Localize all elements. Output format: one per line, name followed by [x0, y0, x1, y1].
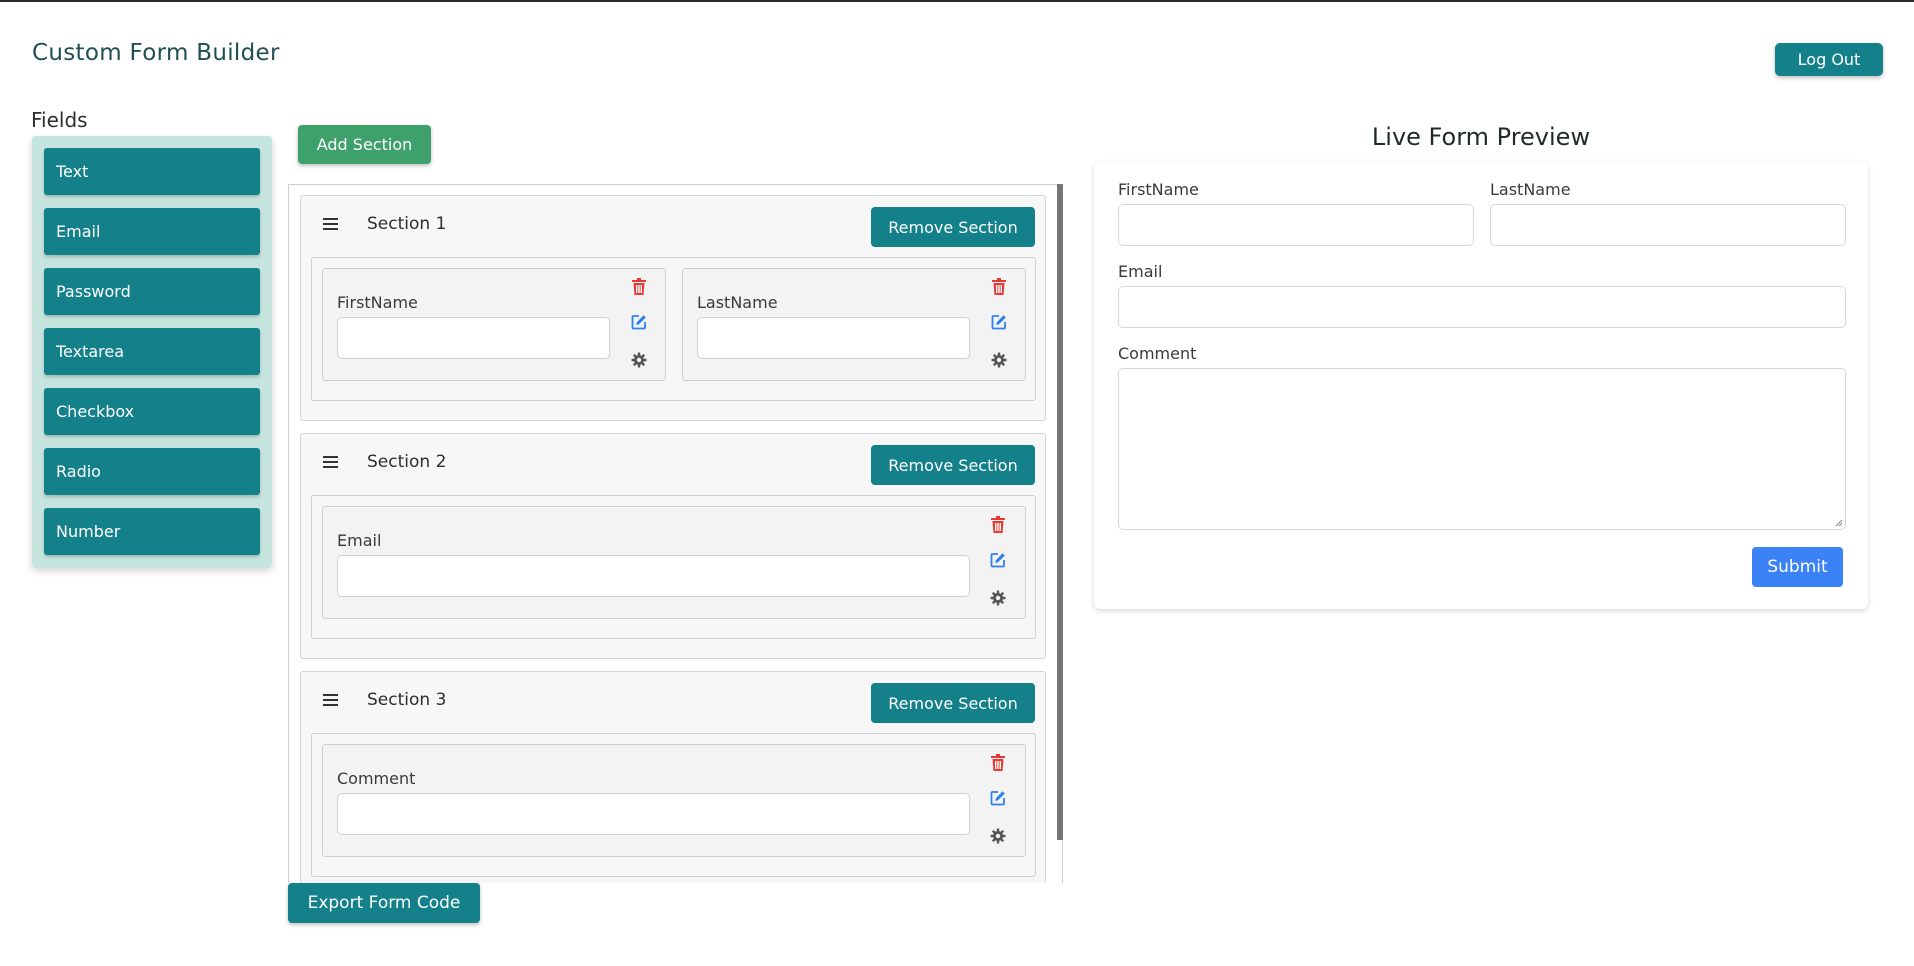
section-title: Section 1	[367, 214, 447, 234]
preview-email-input[interactable]	[1118, 286, 1846, 328]
email-input[interactable]	[337, 555, 970, 597]
remove-section-button[interactable]: Remove Section	[871, 445, 1035, 485]
fields-palette: Text Email Password Textarea Checkbox Ra…	[32, 136, 272, 568]
submit-button[interactable]: Submit	[1752, 547, 1843, 587]
field-type-textarea[interactable]: Textarea	[44, 328, 260, 375]
remove-section-button[interactable]: Remove Section	[871, 207, 1035, 247]
resize-grip-icon[interactable]	[1835, 519, 1843, 527]
add-section-button[interactable]: Add Section	[298, 125, 431, 164]
drag-handle-icon[interactable]	[323, 456, 338, 468]
section-drop-zone[interactable]: Comment	[311, 733, 1036, 877]
field-type-password[interactable]: Password	[44, 268, 260, 315]
section-3: Section 3 Remove Section Comment	[300, 671, 1046, 883]
edit-icon[interactable]	[630, 313, 648, 331]
field-type-email[interactable]: Email	[44, 208, 260, 255]
preview-comment-textarea[interactable]	[1118, 368, 1846, 530]
preview-label-comment: Comment	[1118, 344, 1197, 363]
drag-handle-icon[interactable]	[323, 218, 338, 230]
drag-handle-icon[interactable]	[323, 694, 338, 706]
builder-scrollbar[interactable]	[1057, 184, 1063, 840]
edit-icon[interactable]	[989, 789, 1007, 807]
section-header: Section 1 Remove Section	[301, 196, 1045, 254]
preview-label-lastname: LastName	[1490, 180, 1571, 199]
field-card-firstname[interactable]: FirstName	[322, 268, 666, 381]
trash-icon[interactable]	[989, 515, 1007, 533]
preview-lastname-input[interactable]	[1490, 204, 1846, 246]
comment-input[interactable]	[337, 793, 970, 835]
section-drop-zone[interactable]: FirstName LastName	[311, 257, 1036, 401]
builder-canvas: Section 1 Remove Section FirstName LastN…	[288, 184, 1063, 883]
export-form-code-button[interactable]: Export Form Code	[288, 883, 480, 923]
field-type-radio[interactable]: Radio	[44, 448, 260, 495]
field-label: LastName	[697, 293, 778, 312]
trash-icon[interactable]	[630, 277, 648, 295]
trash-icon[interactable]	[990, 277, 1008, 295]
gear-icon[interactable]	[630, 351, 648, 369]
gear-icon[interactable]	[990, 351, 1008, 369]
field-label: Comment	[337, 769, 416, 788]
section-header: Section 2 Remove Section	[301, 434, 1045, 492]
field-label: Email	[337, 531, 382, 550]
section-drop-zone[interactable]: Email	[311, 495, 1036, 639]
gear-icon[interactable]	[989, 589, 1007, 607]
trash-icon[interactable]	[989, 753, 1007, 771]
preview-heading: Live Form Preview	[1371, 123, 1591, 151]
field-label: FirstName	[337, 293, 418, 312]
field-card-lastname[interactable]: LastName	[682, 268, 1026, 381]
section-title: Section 2	[367, 452, 447, 472]
field-type-text[interactable]: Text	[44, 148, 260, 195]
preview-label-firstname: FirstName	[1118, 180, 1199, 199]
section-2: Section 2 Remove Section Email	[300, 433, 1046, 659]
remove-section-button[interactable]: Remove Section	[871, 683, 1035, 723]
fields-heading: Fields	[31, 108, 88, 132]
preview-firstname-input[interactable]	[1118, 204, 1474, 246]
edit-icon[interactable]	[990, 313, 1008, 331]
logout-button[interactable]: Log Out	[1775, 43, 1883, 76]
lastname-input[interactable]	[697, 317, 970, 359]
app-title: Custom Form Builder	[32, 40, 280, 66]
field-type-checkbox[interactable]: Checkbox	[44, 388, 260, 435]
field-card-email[interactable]: Email	[322, 506, 1026, 619]
field-type-number[interactable]: Number	[44, 508, 260, 555]
section-1: Section 1 Remove Section FirstName LastN…	[300, 195, 1046, 421]
preview-label-email: Email	[1118, 262, 1163, 281]
firstname-input[interactable]	[337, 317, 610, 359]
preview-form: FirstName LastName Email Comment Submit	[1094, 162, 1868, 609]
edit-icon[interactable]	[989, 551, 1007, 569]
gear-icon[interactable]	[989, 827, 1007, 845]
section-header: Section 3 Remove Section	[301, 672, 1045, 730]
field-card-comment[interactable]: Comment	[322, 744, 1026, 857]
section-title: Section 3	[367, 690, 447, 710]
